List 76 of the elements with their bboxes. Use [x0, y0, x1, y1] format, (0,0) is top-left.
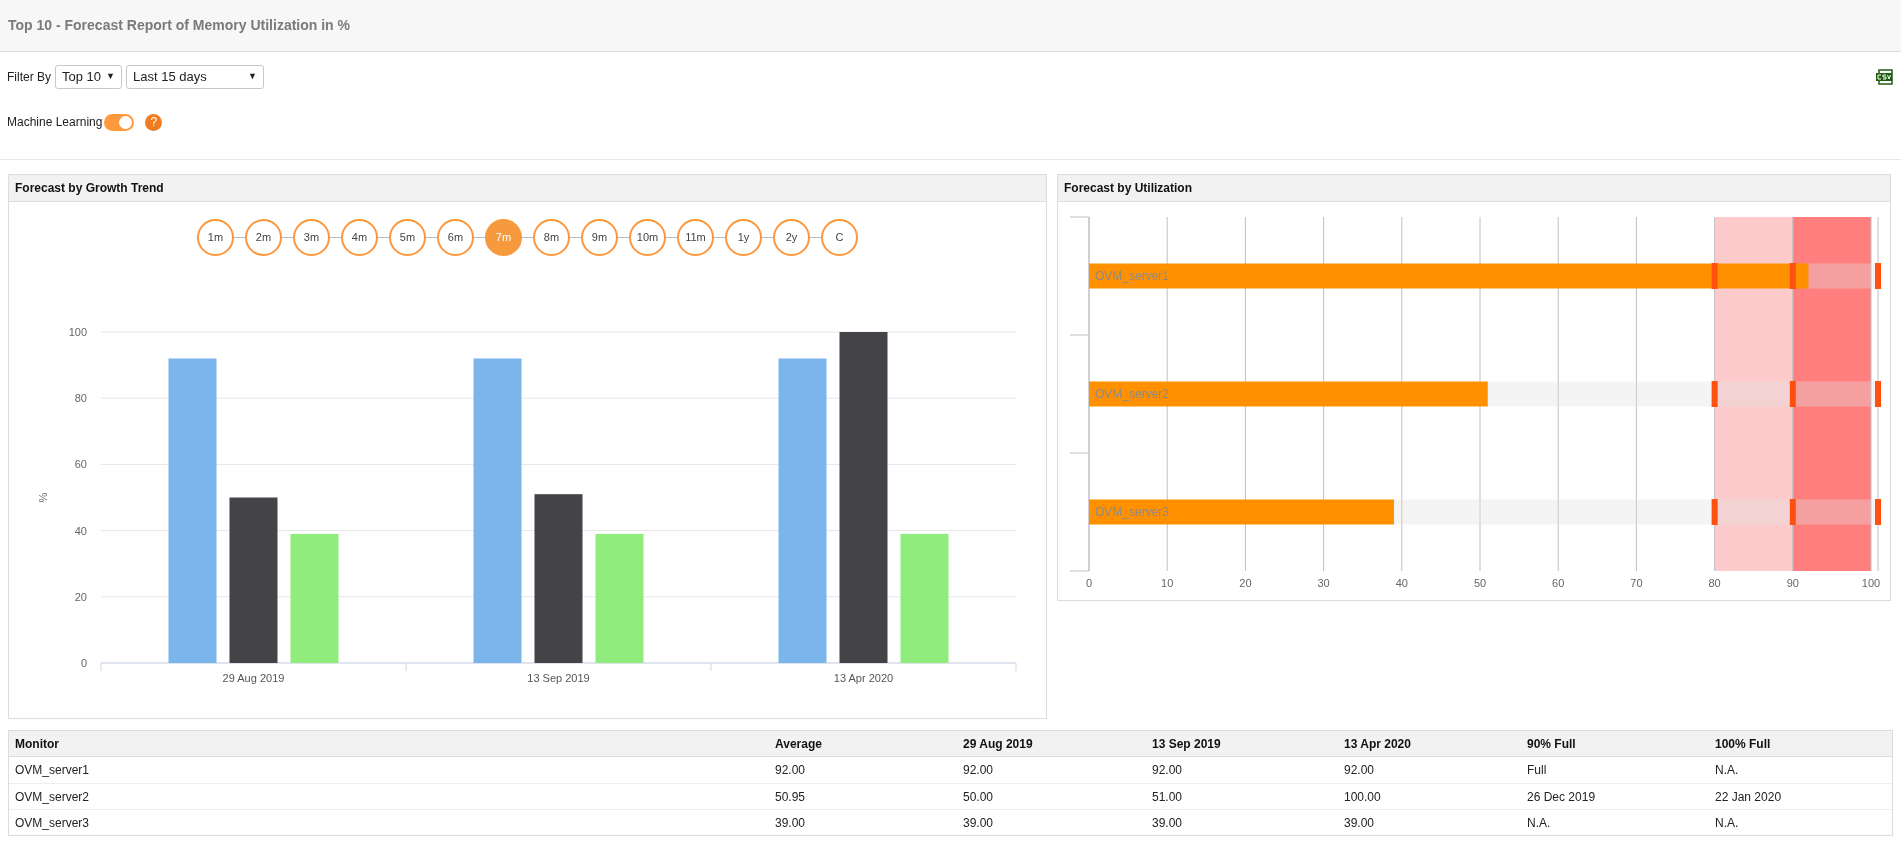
period-button[interactable]: 6m: [437, 219, 474, 256]
axis-tick-label: 80: [74, 392, 87, 405]
table-cell-text: 51.00: [1151, 788, 1184, 806]
table-cell-text: 50.00: [962, 788, 995, 806]
table-cell-text: Full: [1526, 762, 1548, 779]
column-header: 100% Full: [1714, 735, 1772, 753]
axis-tick-label: 40: [74, 524, 87, 537]
period-button[interactable]: 8m: [533, 219, 570, 256]
column-header: 13 Apr 2020: [1343, 735, 1412, 753]
bar-label: OVM_server2: [1095, 387, 1170, 401]
axis-tick-label: 50: [1473, 577, 1487, 589]
table-cell-text: OVM_server3: [14, 814, 91, 832]
axis-tick-label: 90: [1786, 577, 1799, 589]
column-header: 29 Aug 2019: [962, 735, 1034, 753]
toggle-label: Machine Learning: [7, 114, 103, 131]
csv-export-icon[interactable]: [1876, 69, 1894, 85]
filter-label: Filter By: [7, 69, 51, 86]
axis-tick-label: 20: [74, 590, 87, 603]
toggle-switch[interactable]: [104, 113, 135, 131]
table-cell-text: 26 Dec 2019: [1526, 788, 1597, 806]
period-button[interactable]: 2m: [245, 219, 282, 256]
table-cell-text: 92.00: [1343, 762, 1376, 779]
caret-icon: ▼: [248, 70, 257, 84]
column-header: 90% Full: [1526, 735, 1577, 753]
column-header: Average: [774, 735, 823, 753]
table-cell-text: 92.00: [1151, 762, 1184, 779]
dropdown[interactable]: Top 10 ▼: [55, 65, 122, 89]
table-cell-text: 92.00: [962, 762, 995, 779]
period-button[interactable]: 1y: [725, 219, 762, 256]
table-cell-text: N.A.: [1714, 762, 1740, 779]
table-cell-text: N.A.: [1526, 814, 1552, 832]
axis-tick-label: 29 Aug 2019: [222, 672, 285, 684]
column-header: 13 Sep 2019: [1151, 735, 1222, 753]
table-cell-text: 39.00: [962, 814, 995, 832]
axis-tick-label: 13 Apr 2020: [833, 672, 894, 684]
period-button[interactable]: 5m: [389, 219, 426, 256]
period-button[interactable]: 3m: [293, 219, 330, 256]
axis-tick-label: 40: [1395, 577, 1408, 589]
axis-tick-label: 0: [80, 657, 87, 669]
page-title: Top 10 - Forecast Report of Memory Utilization in %: [8, 16, 350, 35]
table-cell-text: 100.00: [1343, 788, 1382, 806]
axis-tick-label: 13 Sep 2019: [527, 672, 590, 684]
table-cell-text: 39.00: [774, 814, 807, 832]
caret-icon: ▼: [106, 70, 115, 84]
panel-title: Forecast by Utilization: [1064, 180, 1193, 197]
period-button[interactable]: 4m: [341, 219, 378, 256]
axis-tick-label: 20: [1239, 577, 1252, 589]
period-button[interactable]: 2y: [773, 219, 810, 256]
axis-tick-label: 60: [1552, 577, 1565, 589]
column-header: Monitor: [14, 735, 60, 753]
period-button[interactable]: 10m: [629, 219, 666, 256]
axis-tick-label: 0: [1085, 577, 1093, 589]
axis-tick-label: 100: [68, 326, 87, 338]
period-button[interactable]: 1m: [197, 219, 234, 256]
table-cell-text: 39.00: [1343, 814, 1376, 832]
period-button[interactable]: 11m: [677, 219, 714, 256]
table-cell-text: 22 Jan 2020: [1714, 788, 1783, 806]
table-cell-text: 50.95: [774, 788, 807, 806]
axis-tick-label: 80: [1708, 577, 1721, 589]
table-cell-text: OVM_server2: [14, 788, 91, 806]
table-cell-text: N.A.: [1714, 814, 1740, 832]
period-button[interactable]: 9m: [581, 219, 618, 256]
axis-tick-label: 100: [1861, 577, 1881, 589]
axis-title: %: [37, 492, 49, 503]
table-cell-text: 92.00: [774, 762, 807, 779]
bar-label: OVM_server3: [1095, 505, 1170, 519]
period-button[interactable]: C: [821, 219, 858, 256]
table-cell-text: 39.00: [1151, 814, 1184, 832]
bar-label: OVM_server1: [1095, 269, 1170, 283]
dropdown[interactable]: Last 15 days ▼: [126, 65, 264, 89]
axis-tick-label: 70: [1630, 577, 1643, 589]
axis-tick-label: 30: [1317, 577, 1330, 589]
axis-tick-label: 60: [74, 458, 87, 471]
axis-tick-label: 10: [1161, 577, 1174, 589]
table-cell-text: OVM_server1: [14, 762, 91, 779]
panel-title: Forecast by Growth Trend: [15, 180, 164, 197]
